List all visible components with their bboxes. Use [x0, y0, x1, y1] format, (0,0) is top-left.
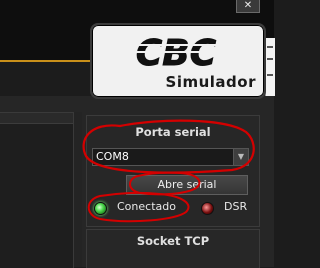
dsr-led-icon — [201, 202, 214, 215]
panel-splitter[interactable] — [74, 112, 82, 267]
open-serial-button[interactable]: Abre serial — [126, 175, 248, 195]
logo-main-text: CBC — [136, 33, 217, 74]
background-window-edge — [265, 38, 275, 96]
serial-port-select[interactable]: COM8 ▼ — [92, 148, 249, 166]
connected-led-icon — [94, 202, 107, 215]
left-panel-header — [0, 113, 73, 124]
tcp-group-title: Socket TCP — [136, 234, 210, 248]
serial-group-title: Porta serial — [135, 125, 211, 139]
serial-port-value: COM8 — [96, 150, 129, 163]
cbc-logo: CBC Simulador — [90, 23, 266, 99]
logo-subtitle: Simulador — [165, 73, 256, 91]
connected-label: Conectado — [117, 200, 176, 213]
chevron-down-icon[interactable]: ▼ — [233, 149, 248, 165]
left-panel — [0, 112, 74, 268]
dsr-label: DSR — [224, 200, 248, 213]
window-close-button[interactable]: ✕ — [236, 0, 260, 13]
accent-line — [0, 60, 96, 62]
socket-tcp-group: Socket TCP — [86, 229, 260, 268]
